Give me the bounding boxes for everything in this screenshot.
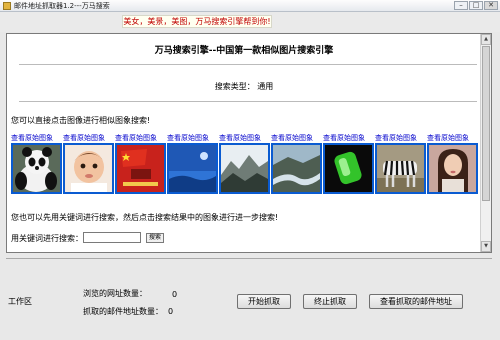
woman-portrait-photo[interactable] xyxy=(427,143,478,194)
view-original-link[interactable]: 查看原始图象 xyxy=(271,134,322,142)
grabbed-count-label: 抓取的邮件地址数量： xyxy=(83,307,163,316)
flag-poster-photo[interactable] xyxy=(115,143,166,194)
view-original-link[interactable]: 查看原始图象 xyxy=(427,134,478,142)
start-button[interactable]: 开始抓取 xyxy=(237,294,291,309)
window-title-bar: 邮件地址抓取器1.2---万马搜索 – □ ✕ xyxy=(0,0,500,12)
divider xyxy=(19,64,477,65)
thumbnail-row: 查看原始图象 查看原始图象 查看原始图象 查看原始图象 查看原始图象 查看原始图… xyxy=(11,134,478,194)
browser-panel[interactable]: 万马搜索引擎--中国第一款相似图片搜索引擎 搜索类型： 通用 您可以直接点击图像… xyxy=(6,33,492,253)
visited-count-label: 浏览的网址数量： xyxy=(83,289,147,298)
baby-photo[interactable] xyxy=(63,143,114,194)
window-title: 邮件地址抓取器1.2---万马搜索 xyxy=(14,2,110,10)
view-original-link[interactable]: 查看原始图象 xyxy=(323,134,374,142)
vertical-scrollbar[interactable]: ▲ ▼ xyxy=(480,34,491,252)
slogan-area: 美女，美景，美图，万马搜索引擎帮到你! xyxy=(0,12,500,32)
thumbnail-item: 查看原始图象 xyxy=(375,134,426,194)
thumbnail-item: 查看原始图象 xyxy=(219,134,270,194)
slogan-text: 美女，美景，美图，万马搜索引擎帮到你! xyxy=(122,15,272,28)
close-button[interactable]: ✕ xyxy=(484,1,498,10)
view-original-link[interactable]: 查看原始图象 xyxy=(219,134,270,142)
keyword-search-hint: 您也可以先用关键词进行搜索，然后点击搜索结果中的图象进行进一步搜索! xyxy=(11,213,279,222)
thumbnail-item: 查看原始图象 xyxy=(11,134,62,194)
green-object-photo[interactable] xyxy=(323,143,374,194)
stop-button[interactable]: 终止抓取 xyxy=(303,294,357,309)
view-original-link[interactable]: 查看原始图象 xyxy=(167,134,218,142)
window-controls: – □ ✕ xyxy=(454,1,498,10)
work-area: 工作区 浏览的网址数量： 0 抓取的邮件地址数量： 0 开始抓取 终止抓取 查看… xyxy=(6,258,492,328)
river-landscape-photo[interactable] xyxy=(271,143,322,194)
keyword-input[interactable] xyxy=(83,232,141,243)
zebra-photo[interactable] xyxy=(375,143,426,194)
work-area-label: 工作区 xyxy=(8,297,32,306)
keyword-label: 用关键词进行搜索： xyxy=(11,234,83,243)
keyword-search-button[interactable]: 搜索 xyxy=(146,233,164,243)
scroll-down-button[interactable]: ▼ xyxy=(481,241,491,252)
thumbnail-item: 查看原始图象 xyxy=(115,134,166,194)
app-icon xyxy=(3,2,11,10)
scroll-up-button[interactable]: ▲ xyxy=(481,34,491,45)
grabbed-count-value: 0 xyxy=(168,307,174,316)
view-original-link[interactable]: 查看原始图象 xyxy=(375,134,426,142)
visited-count-value: 0 xyxy=(172,290,178,299)
minimize-button[interactable]: – xyxy=(454,1,468,10)
thumbnail-item: 查看原始图象 xyxy=(427,134,478,194)
maximize-button[interactable]: □ xyxy=(469,1,483,10)
thumbnail-item: 查看原始图象 xyxy=(63,134,114,194)
thumbnail-item: 查看原始图象 xyxy=(271,134,322,194)
page-title: 万马搜索引擎--中国第一款相似图片搜索引擎 xyxy=(154,46,334,56)
view-original-link[interactable]: 查看原始图象 xyxy=(11,134,62,142)
click-image-hint: 您可以直接点击图像进行相似图象搜索! xyxy=(11,116,151,125)
view-emails-button[interactable]: 查看抓取的邮件地址 xyxy=(369,294,463,309)
view-original-link[interactable]: 查看原始图象 xyxy=(63,134,114,142)
thumbnail-item: 查看原始图象 xyxy=(323,134,374,194)
panda-photo[interactable] xyxy=(11,143,62,194)
view-original-link[interactable]: 查看原始图象 xyxy=(115,134,166,142)
mountain-photo[interactable] xyxy=(219,143,270,194)
blue-sky-photo[interactable] xyxy=(167,143,218,194)
scroll-thumb[interactable] xyxy=(482,46,490,201)
divider xyxy=(19,101,477,102)
search-type-text: 搜索类型： 通用 xyxy=(214,82,274,91)
thumbnail-item: 查看原始图象 xyxy=(167,134,218,194)
